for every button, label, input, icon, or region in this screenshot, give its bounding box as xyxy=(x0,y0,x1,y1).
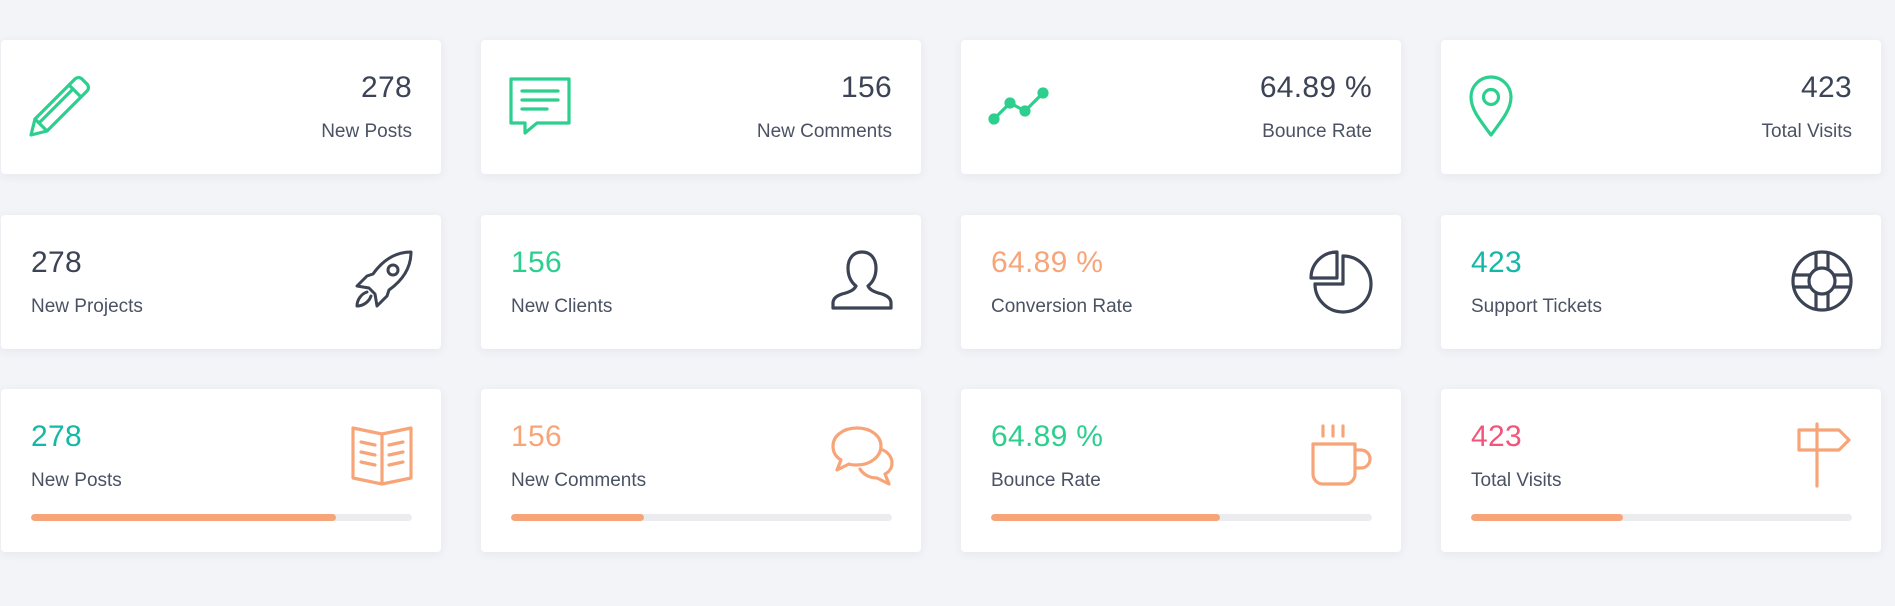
progress-bar xyxy=(991,514,1372,521)
map-pin-icon xyxy=(1467,73,1533,139)
coffee-cup-icon xyxy=(1309,422,1375,488)
progress-bar xyxy=(1471,514,1852,521)
stat-label: New Comments xyxy=(756,121,892,142)
stat-value: 278 xyxy=(31,420,82,453)
stat-value: 423 xyxy=(1471,246,1522,279)
stat-card-bounce-rate-progress: 64.89 % Bounce Rate xyxy=(961,389,1401,552)
stat-label: New Clients xyxy=(511,296,613,317)
stat-label: New Comments xyxy=(511,470,647,491)
stat-card-new-posts-progress: 278 New Posts xyxy=(1,389,441,552)
pie-chart-icon xyxy=(1309,248,1375,314)
stat-card-new-posts: 278 New Posts xyxy=(1,40,441,174)
stat-value: 64.89 % xyxy=(991,420,1104,453)
stat-card-total-visits: 423 Total Visits xyxy=(1441,40,1881,174)
stat-label: Conversion Rate xyxy=(991,296,1133,317)
stat-label: New Projects xyxy=(31,296,143,317)
stat-label: Support Tickets xyxy=(1471,296,1602,317)
progress-bar xyxy=(511,514,892,521)
signpost-icon xyxy=(1789,422,1855,488)
stat-value: 423 xyxy=(1471,420,1522,453)
stat-label: Total Visits xyxy=(1471,470,1562,491)
stat-card-conversion-rate: 64.89 % Conversion Rate xyxy=(961,215,1401,349)
stat-card-new-comments-progress: 156 New Comments xyxy=(481,389,921,552)
stat-label: New Posts xyxy=(31,470,122,491)
line-graph-icon xyxy=(987,73,1053,139)
progress-fill xyxy=(1471,514,1624,521)
stat-value: 64.89 % xyxy=(991,246,1104,279)
stat-value: 156 xyxy=(511,246,562,279)
stat-card-new-comments: 156 New Comments xyxy=(481,40,921,174)
stat-card-total-visits-progress: 423 Total Visits xyxy=(1441,389,1881,552)
progress-fill xyxy=(511,514,645,521)
pencil-icon xyxy=(27,73,93,139)
stat-label: Bounce Rate xyxy=(1262,121,1372,142)
stat-label: Total Visits xyxy=(1761,121,1852,142)
stat-card-new-clients: 156 New Clients xyxy=(481,215,921,349)
stat-card-bounce-rate: 64.89 % Bounce Rate xyxy=(961,40,1401,174)
progress-fill xyxy=(31,514,336,521)
chat-bubbles-icon xyxy=(829,422,895,488)
user-icon xyxy=(829,248,895,314)
stat-label: New Posts xyxy=(321,121,412,142)
stat-label: Bounce Rate xyxy=(991,470,1101,491)
book-icon xyxy=(349,422,415,488)
stat-value: 64.89 % xyxy=(1259,71,1372,104)
comment-icon xyxy=(507,73,573,139)
stat-value: 423 xyxy=(1801,71,1852,104)
stat-value: 278 xyxy=(361,71,412,104)
stat-card-new-projects: 278 New Projects xyxy=(1,215,441,349)
stat-value: 278 xyxy=(31,246,82,279)
lifebuoy-icon xyxy=(1789,248,1855,314)
stat-value: 156 xyxy=(841,71,892,104)
stat-card-support-tickets: 423 Support Tickets xyxy=(1441,215,1881,349)
progress-fill xyxy=(991,514,1220,521)
stat-value: 156 xyxy=(511,420,562,453)
rocket-icon xyxy=(349,248,415,314)
progress-bar xyxy=(31,514,412,521)
